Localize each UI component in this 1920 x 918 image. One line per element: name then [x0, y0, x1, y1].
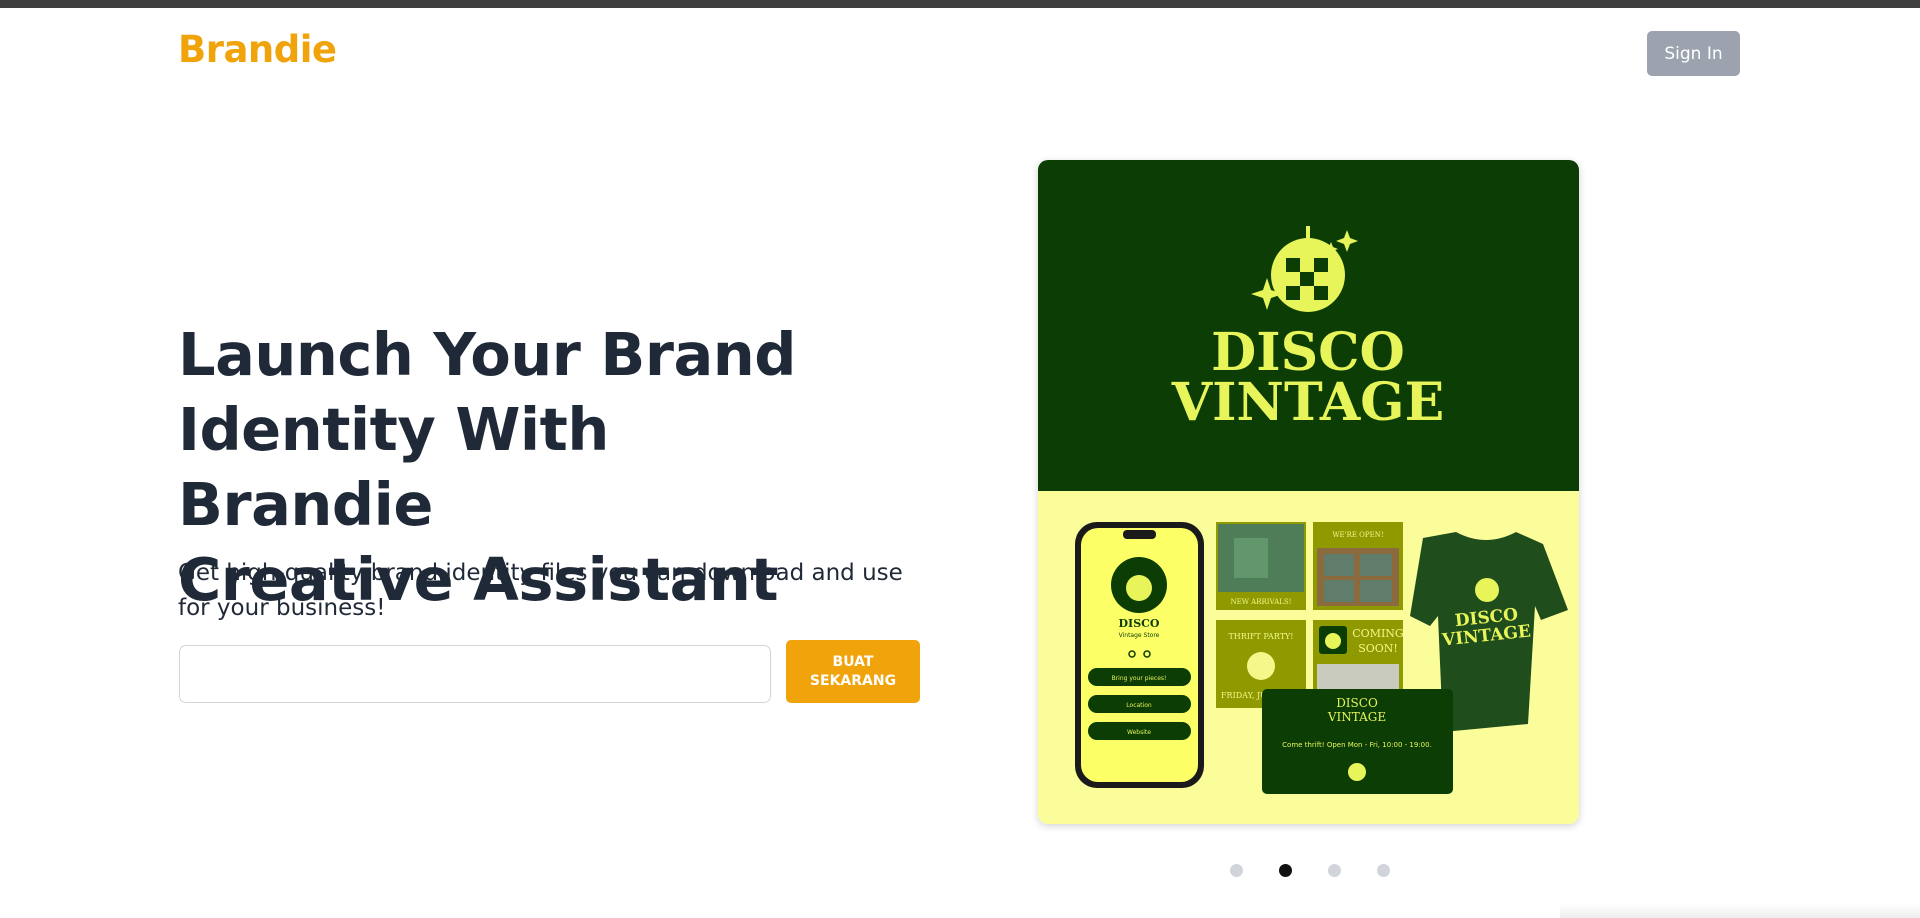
slide-brand-title-2: VINTAGE — [1171, 372, 1444, 433]
tile-we-are-open: WE'RE OPEN! — [1313, 522, 1403, 610]
svg-text:Website: Website — [1127, 729, 1151, 736]
business-card-mockup: DISCO VINTAGE Come thrift! Open Mon - Fr… — [1262, 689, 1453, 794]
cta-label: BUAT SEKARANG — [809, 653, 897, 689]
tile-new-arrivals: NEW ARRIVALS! — [1216, 522, 1306, 610]
carousel-dot-1[interactable] — [1230, 864, 1243, 877]
brandie-logo[interactable]: Brandie — [178, 28, 337, 71]
svg-text:SOON!: SOON! — [1358, 642, 1398, 655]
svg-text:Bring your pieces!: Bring your pieces! — [1112, 675, 1167, 682]
bottom-edge-shadow — [1560, 904, 1920, 918]
phone-mockup: DISCO Vintage Store Bring your pieces! L… — [1075, 522, 1204, 788]
carousel-slide[interactable]: DISCO VINTAGE DISCO Vintage Store Bring … — [1038, 160, 1579, 824]
svg-text:Location: Location — [1126, 702, 1152, 709]
svg-text:DISCO: DISCO — [1119, 617, 1160, 630]
hero-subtitle: Get high-quality brand identity files yo… — [178, 560, 903, 621]
carousel-dot-4[interactable] — [1377, 864, 1390, 877]
headline-line: Identity With Brandie — [178, 395, 609, 539]
svg-text:FRIDAY, JU: FRIDAY, JU — [1221, 691, 1267, 700]
carousel-dot-3[interactable] — [1328, 864, 1341, 877]
svg-text:VINTAGE: VINTAGE — [1327, 710, 1386, 724]
svg-text:Come thrift! Open Mon - Fri, 1: Come thrift! Open Mon - Fri, 10:00 - 19:… — [1282, 741, 1432, 749]
carousel-dots — [1230, 864, 1390, 877]
disco-vintage-mockup: DISCO VINTAGE DISCO Vintage Store Bring … — [1038, 160, 1579, 824]
headline-line: Launch Your Brand — [178, 320, 797, 389]
browser-top-bar — [0, 0, 1920, 8]
brand-name-input[interactable] — [179, 645, 771, 703]
carousel-dot-2[interactable] — [1279, 864, 1292, 877]
buat-sekarang-button[interactable]: BUAT SEKARANG — [786, 640, 920, 703]
svg-text:NEW ARRIVALS!: NEW ARRIVALS! — [1231, 598, 1292, 606]
sign-in-button[interactable]: Sign In — [1647, 31, 1740, 76]
svg-text:COMING: COMING — [1352, 627, 1403, 640]
svg-text:Vintage Store: Vintage Store — [1119, 632, 1160, 639]
svg-text:WE'RE OPEN!: WE'RE OPEN! — [1332, 531, 1383, 539]
svg-text:DISCO: DISCO — [1336, 696, 1378, 710]
svg-text:THRIFT PARTY!: THRIFT PARTY! — [1228, 632, 1293, 641]
